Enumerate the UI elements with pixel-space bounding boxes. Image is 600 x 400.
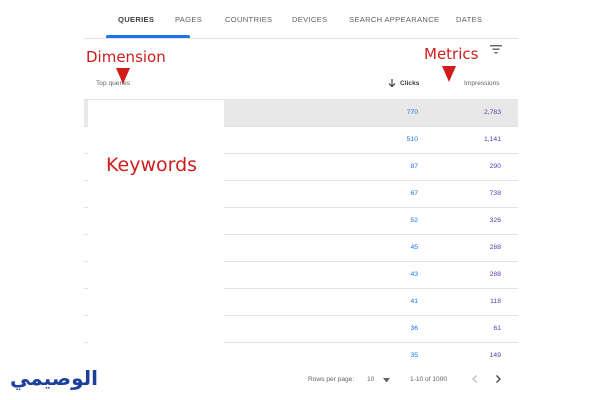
tab-countries[interactable]: COUNTRIES [225,15,272,24]
impressions-value: 738 [489,190,501,197]
impressions-value: 326 [489,217,501,224]
chevron-right-icon[interactable] [493,374,503,384]
dimension-arrow [116,68,130,84]
metrics-arrow [442,66,456,82]
clicks-value: 770 [406,109,418,116]
clicks-value: 45 [410,244,418,251]
impressions-value: 149 [489,352,501,359]
filter-icon[interactable] [490,44,502,54]
brand-logo: الوصيمي [10,366,99,390]
rows-per-page-select[interactable]: 10 [367,376,374,383]
tab-search-appearance[interactable]: SEARCH APPEARANCE [349,15,439,24]
header-clicks[interactable]: Clicks [400,80,419,87]
clicks-value: 510 [406,136,418,143]
impressions-value: 1,141 [483,136,501,143]
keywords-annotation: Keywords [106,154,198,176]
active-tab-indicator [106,35,190,38]
impressions-value: 118 [490,298,501,305]
impressions-value: 61 [493,325,501,332]
impressions-value: 288 [489,244,501,251]
metrics-annotation: Metrics [424,45,479,63]
clicks-value: 35 [410,352,418,359]
tab-pages[interactable]: PAGES [175,15,202,24]
clicks-value: 87 [410,163,418,170]
report-tabs: QUERIES PAGES COUNTRIES DEVICES SEARCH A… [84,0,518,39]
caret-down-icon[interactable] [383,378,390,383]
dimension-annotation: Dimension [86,48,166,66]
pagination-bar: Rows per page: 10 1-10 of 1000 [84,368,518,390]
chevron-left-icon[interactable] [470,374,480,384]
clicks-value: 52 [410,217,418,224]
impressions-value: 290 [489,163,501,170]
clicks-value: 43 [410,271,418,278]
rows-per-page-label: Rows per page: [308,376,355,383]
impressions-value: 288 [489,271,501,278]
tab-devices[interactable]: DEVICES [292,15,327,24]
clicks-value: 36 [410,325,418,332]
header-impressions[interactable]: Impressions [464,80,500,87]
clicks-value: 67 [410,190,418,197]
tab-dates[interactable]: DATES [456,15,482,24]
arrow-down-icon [388,79,396,88]
tab-queries[interactable]: QUERIES [118,15,154,24]
clicks-value: 41 [410,298,418,305]
pagination-range: 1-10 of 1000 [410,376,448,383]
impressions-value: 2,783 [483,109,501,116]
keywords-mask [88,100,224,365]
